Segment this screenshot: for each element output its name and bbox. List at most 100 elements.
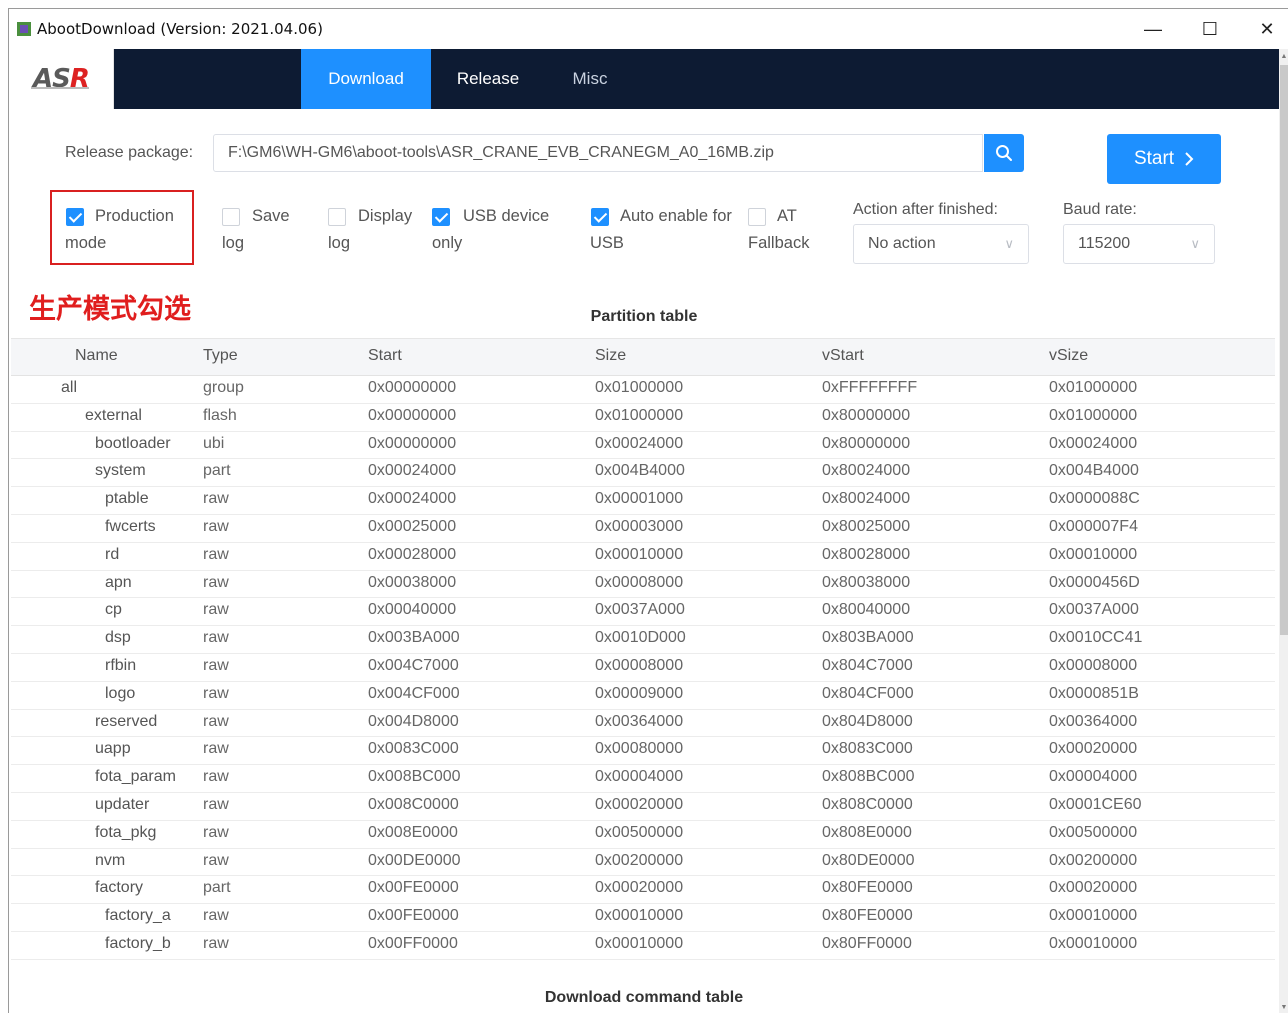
partition-type: part [203,462,231,480]
partition-type: flash [203,406,237,424]
auto-enable-usb-checkbox[interactable] [591,208,609,226]
app-icon [17,22,31,36]
table-row[interactable]: apn raw 0x00038000 0x00008000 0x80038000 0x00… [11,570,1275,599]
partition-name: external [85,406,142,424]
partition-type: raw [203,545,229,563]
partition-size: 0x01000000 [595,406,684,424]
header-start[interactable]: Start [368,347,402,365]
production-mode-label-2: mode [65,234,107,252]
header-name[interactable]: Name [75,347,118,365]
partition-table-header: Name Type Start Size vStart vSize [11,339,1275,376]
table-row[interactable]: external flash 0x00000000 0x01000000 0x80000… [11,403,1275,432]
logo-text-left: AS [33,64,71,94]
partition-vstart: 0x80038000 [822,573,911,591]
partition-start: 0x004C7000 [368,657,459,674]
table-row[interactable]: logo raw 0x004CF000 0x00009000 0x804CF000 0x0… [11,681,1275,710]
partition-start: 0x00024000 [368,462,457,480]
header-vsize[interactable]: vSize [1049,347,1088,365]
partition-start: 0x00000000 [368,434,457,452]
partition-size: 0x01000000 [595,379,684,396]
tab-misc[interactable]: Misc [545,49,635,109]
at-fallback-checkbox[interactable] [748,208,766,226]
partition-size: 0x004B4000 [595,462,685,480]
action-after-finished-select[interactable]: No action ∨ [853,224,1029,264]
baud-rate-value: 115200 [1078,235,1131,252]
start-button[interactable]: Start [1107,134,1221,184]
table-row[interactable]: system part 0x00024000 0x004B4000 0x80024000… [11,458,1275,488]
search-button[interactable] [984,134,1024,172]
header-size[interactable]: Size [595,347,626,365]
table-row[interactable]: cp raw 0x00040000 0x0037A000 0x80040000 0x003… [11,597,1275,627]
usb-device-only-checkbox[interactable] [432,208,450,226]
maximize-button[interactable]: ☐ [1187,9,1233,49]
close-button[interactable]: ✕ [1244,9,1288,49]
partition-vstart: 0x803BA000 [822,629,914,647]
scroll-thumb[interactable] [1280,65,1288,635]
partition-start: 0x008BC000 [368,768,461,786]
scroll-up-arrow-icon[interactable]: ▲ [1280,53,1288,60]
chevron-right-icon [1185,152,1194,166]
table-row[interactable]: updater raw 0x008C0000 0x00020000 0x808C0000… [11,792,1275,821]
partition-vsize: 0x0000456D [1049,573,1140,591]
save-log-checkbox[interactable] [222,208,240,226]
table-row[interactable]: dsp raw 0x003BA000 0x0010D000 0x803BA000 0x00… [11,625,1275,654]
partition-vsize: 0x00200000 [1049,851,1138,869]
partition-vstart: 0x80000000 [822,434,911,452]
partition-size: 0x00003000 [595,518,684,535]
header-type[interactable]: Type [203,347,238,365]
partition-vsize: 0x0001CE60 [1049,796,1142,813]
partition-vstart: 0x80024000 [822,490,911,508]
table-row[interactable]: rfbin raw 0x004C7000 0x00008000 0x804C7000 0x… [11,653,1275,682]
partition-start: 0x00000000 [368,379,457,396]
tab-download[interactable]: Download [301,49,431,109]
table-row[interactable]: all group 0x00000000 0x01000000 0xFFFFFFFF 0x… [11,375,1275,404]
minimize-button[interactable]: — [1130,9,1176,49]
at-fallback-label-1: AT [777,207,797,225]
partition-vsize: 0x00020000 [1049,879,1138,897]
partition-size: 0x00001000 [595,490,684,508]
partition-type: raw [203,518,229,535]
release-package-input[interactable]: F:\GM6\WH-GM6\aboot-tools\ASR_CRANE_EVB_… [213,134,983,172]
table-row[interactable]: rd raw 0x00028000 0x00010000 0x80028000 0x000… [11,542,1275,571]
table-row[interactable]: factory_b raw 0x00FF0000 0x00010000 0x80FF00… [11,931,1275,960]
partition-start: 0x0083C000 [368,740,459,758]
partition-size: 0x00024000 [595,434,684,452]
scroll-down-arrow-icon[interactable]: ▼ [1280,1004,1288,1011]
table-row[interactable]: uapp raw 0x0083C000 0x00080000 0x8083C000 0x0… [11,736,1275,766]
table-row[interactable]: nvm raw 0x00DE0000 0x00200000 0x80DE0000 0x00… [11,848,1275,877]
partition-size: 0x00080000 [595,740,684,758]
table-row[interactable]: ptable raw 0x00024000 0x00001000 0x80024000 0… [11,486,1275,515]
usb-device-only-label-2: only [432,234,463,252]
partition-vstart: 0x80FE0000 [822,907,913,925]
production-mode-checkbox[interactable] [66,208,84,226]
start-button-label: Start [1133,148,1175,169]
table-row[interactable]: fota_param raw 0x008BC000 0x00004000 0x808BC… [11,764,1275,793]
vertical-scrollbar[interactable]: ▲ ▼ [1279,49,1288,1013]
table-row[interactable]: fota_pkg raw 0x008E0000 0x00500000 0x808E000… [11,820,1275,849]
partition-name: factory [95,879,144,897]
partition-type: ubi [203,434,225,452]
baud-rate-label: Baud rate: [1063,201,1137,218]
table-row[interactable]: factory_a raw 0x00FE0000 0x00010000 0x80FE00… [11,903,1275,932]
partition-vsize: 0x00364000 [1049,712,1138,730]
partition-type: part [203,879,231,897]
tab-release[interactable]: Release [433,49,543,109]
table-row[interactable]: factory part 0x00FE0000 0x00020000 0x80FE000… [11,875,1275,905]
partition-start: 0x00025000 [368,518,457,535]
header-vstart[interactable]: vStart [822,347,864,365]
baud-rate-select[interactable]: 115200 ∨ [1063,224,1215,264]
table-row[interactable]: bootloader ubi 0x00000000 0x00024000 0x80000… [11,431,1275,460]
table-row[interactable]: reserved raw 0x004D8000 0x00364000 0x804D800… [11,709,1275,738]
partition-type: raw [203,712,229,730]
partition-type: raw [203,935,229,952]
partition-type: raw [203,823,229,841]
partition-name: fota_param [95,768,176,786]
partition-start: 0x004D8000 [368,712,459,730]
display-log-checkbox[interactable] [328,208,346,226]
partition-vsize: 0x00500000 [1049,823,1138,841]
partition-size: 0x00020000 [595,879,684,897]
partition-size: 0x00009000 [595,684,684,702]
partition-vstart: 0x80040000 [822,601,911,619]
table-row[interactable]: fwcerts raw 0x00025000 0x00003000 0x80025000… [11,514,1275,543]
app-window: AbootDownload (Version: 2021.04.06) — ☐ … [8,8,1288,1013]
